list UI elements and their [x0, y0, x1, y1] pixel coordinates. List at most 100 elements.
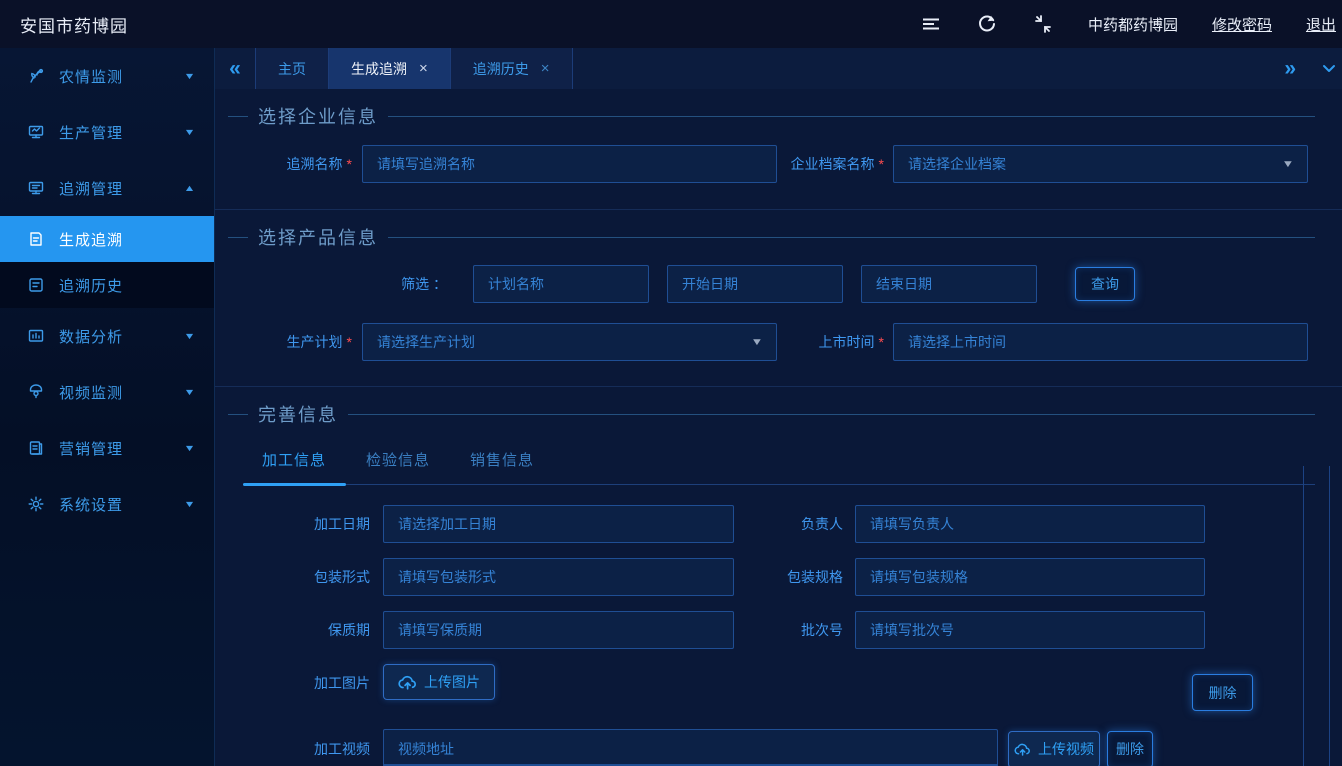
process-video-row: 加工视频 上传视频 删除: [243, 729, 1315, 766]
current-park-label: 中药都药博园: [1088, 14, 1178, 35]
enterprise-archive-label: 企业档案名称*: [777, 154, 893, 174]
legend-line: [388, 116, 1315, 117]
required-mark: *: [347, 334, 352, 350]
section-legend: 选择产品信息: [228, 210, 1315, 250]
camera-icon: [26, 382, 46, 402]
form-row: 保质期 批次号: [243, 611, 1315, 649]
tab-label: 追溯历史: [473, 59, 529, 79]
legend-line: [388, 237, 1315, 238]
trace-name-label: 追溯名称*: [243, 154, 362, 174]
section-enterprise-info: 选择企业信息 追溯名称* 企业档案名称* 请选择企业档案 ▼: [215, 89, 1342, 210]
sidebar-item-label: 生成追溯: [59, 229, 194, 250]
tab-home[interactable]: 主页: [255, 48, 329, 89]
enterprise-archive-select[interactable]: 请选择企业档案 ▼: [893, 145, 1308, 183]
tab-label: 主页: [278, 59, 306, 79]
select-placeholder: 请选择生产计划: [377, 332, 752, 352]
process-date-label: 加工日期: [243, 514, 383, 534]
query-button[interactable]: 查询: [1075, 267, 1135, 301]
sidebar-item-video-monitor[interactable]: 视频监测 ▼: [0, 364, 214, 420]
legend-line: [348, 414, 1315, 415]
process-video-label: 加工视频: [243, 739, 383, 759]
sidebar-item-label: 数据分析: [59, 326, 185, 347]
panel-border-line: [1303, 466, 1304, 766]
document-icon: [26, 229, 46, 249]
sidebar-item-trace-history[interactable]: 追溯历史: [0, 262, 214, 308]
upload-video-button[interactable]: 上传视频: [1008, 731, 1100, 766]
section-legend: 选择企业信息: [228, 89, 1315, 129]
video-url-input[interactable]: [383, 729, 998, 766]
delete-image-button[interactable]: 删除: [1192, 674, 1253, 711]
section-title: 选择产品信息: [258, 224, 378, 250]
sidebar-item-production[interactable]: 生产管理 ▼: [0, 104, 214, 160]
sidebar-item-trace-manage[interactable]: 追溯管理 ▲: [0, 160, 214, 216]
tabs-menu-chevron-icon[interactable]: [1318, 58, 1340, 80]
launch-time-input[interactable]: [893, 323, 1308, 361]
start-date-input[interactable]: [667, 265, 843, 303]
sidebar-item-marketing[interactable]: 营销管理 ▼: [0, 420, 214, 476]
logout-link[interactable]: 退出: [1306, 14, 1336, 35]
sidebar-item-label: 视频监测: [59, 382, 185, 403]
section-title: 完善信息: [258, 401, 338, 427]
legend-dash: [228, 237, 248, 238]
filter-label: 筛选 ：: [243, 274, 455, 294]
menu-fold-icon[interactable]: [920, 13, 942, 35]
chevron-down-icon: ▼: [184, 499, 196, 509]
sidebar-item-agri-monitor[interactable]: 农情监测 ▼: [0, 48, 214, 104]
exit-fullscreen-icon[interactable]: [1032, 13, 1054, 35]
tab-process-info[interactable]: 加工信息: [243, 449, 346, 484]
button-label: 上传视频: [1038, 739, 1094, 759]
top-bar: 安国市药博园 中药都药博园 修改密码 退出: [0, 0, 1342, 48]
close-icon[interactable]: ×: [419, 61, 428, 76]
history-icon: [26, 275, 46, 295]
end-date-input[interactable]: [861, 265, 1037, 303]
shelf-life-input[interactable]: [383, 611, 734, 649]
chart-icon: [26, 326, 46, 346]
process-date-input[interactable]: [383, 505, 734, 543]
tab-trace-history[interactable]: 追溯历史 ×: [451, 48, 573, 89]
pack-form-label: 包装形式: [243, 567, 383, 587]
production-plan-select[interactable]: 请选择生产计划 ▼: [362, 323, 777, 361]
tab-inspection-info[interactable]: 检验信息: [346, 449, 450, 484]
complete-info-tabs: 加工信息 检验信息 销售信息: [243, 449, 1315, 485]
production-plan-label: 生产计划*: [243, 332, 362, 352]
clipboard-icon: [26, 438, 46, 458]
change-password-link[interactable]: 修改密码: [1212, 14, 1272, 35]
chevron-down-icon: ▼: [184, 331, 196, 341]
batch-number-label: 批次号: [734, 620, 855, 640]
panel-border-line: [1329, 466, 1330, 766]
monitor-icon: [26, 122, 46, 142]
manager-input[interactable]: [855, 505, 1205, 543]
gear-icon: [26, 494, 46, 514]
trace-name-input[interactable]: [362, 145, 777, 183]
form-row: 包装形式 包装规格: [243, 558, 1315, 596]
pack-spec-input[interactable]: [855, 558, 1205, 596]
sidebar: 农情监测 ▼ 生产管理 ▼ 追溯管理 ▲ 生成追溯: [0, 48, 215, 766]
plan-name-filter-input[interactable]: [473, 265, 649, 303]
tabs-scroll-left-button[interactable]: «: [215, 48, 255, 89]
batch-number-input[interactable]: [855, 611, 1205, 649]
tab-sales-info[interactable]: 销售信息: [450, 449, 554, 484]
chevron-up-icon: ▲: [184, 183, 196, 193]
sidebar-item-generate-trace[interactable]: 生成追溯: [0, 216, 214, 262]
tabbar-right-controls: »: [1284, 48, 1342, 89]
tab-label: 生成追溯: [351, 59, 407, 79]
product-filter-row: 筛选 ： 查询: [243, 265, 1315, 303]
tab-generate-trace[interactable]: 生成追溯 ×: [329, 48, 451, 89]
section-title: 选择企业信息: [258, 103, 378, 129]
delete-video-button[interactable]: 删除: [1107, 731, 1153, 766]
sidebar-item-data-analysis[interactable]: 数据分析 ▼: [0, 308, 214, 364]
legend-dash: [228, 116, 248, 117]
select-placeholder: 请选择企业档案: [908, 154, 1283, 174]
product-plan-row: 生产计划* 请选择生产计划 ▼ 上市时间*: [243, 323, 1315, 361]
form-row: 加工日期 负责人: [243, 505, 1315, 543]
pack-form-input[interactable]: [383, 558, 734, 596]
close-icon[interactable]: ×: [541, 61, 550, 76]
sidebar-item-label: 系统设置: [59, 494, 185, 515]
tabs-scroll-right-button[interactable]: »: [1284, 57, 1296, 81]
pack-spec-label: 包装规格: [734, 567, 855, 587]
refresh-icon[interactable]: [976, 13, 998, 35]
upload-image-button[interactable]: 上传图片: [383, 664, 495, 700]
sidebar-submenu-trace: 生成追溯 追溯历史: [0, 216, 214, 308]
sidebar-item-system-settings[interactable]: 系统设置 ▼: [0, 476, 214, 532]
cloud-upload-icon: [1014, 742, 1031, 756]
